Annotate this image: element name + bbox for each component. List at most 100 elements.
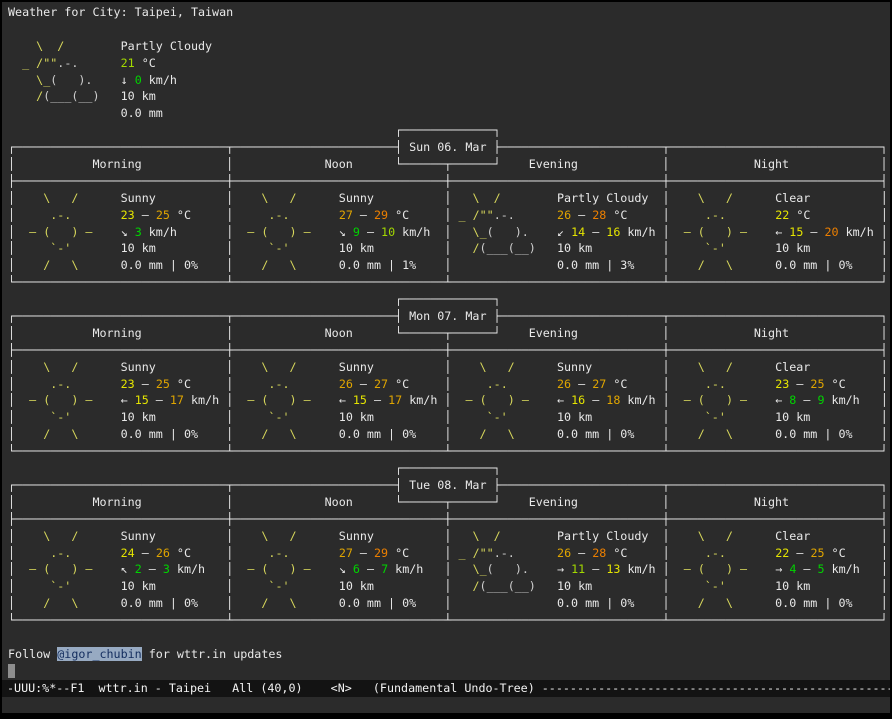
terminal-text: `-'	[233, 579, 324, 593]
terminal-line: │ .-. 23 – 25 °C │ .-. 27 – 29 °C │ _ /"…	[8, 207, 890, 224]
terminal-text: 25	[156, 377, 170, 391]
terminal-text	[107, 241, 121, 255]
terminal-text: Clear	[775, 360, 810, 374]
terminal-text: │	[881, 377, 888, 391]
terminal-text	[325, 579, 339, 593]
twitter-handle-link[interactable]: @igor_chubin	[57, 647, 141, 661]
terminal-line: │ / \ 0.0 mm | 0% │ / \ 0.0 mm | 0% │ / …	[8, 426, 890, 443]
terminal-text: 15	[789, 225, 803, 239]
terminal-text: \ /	[15, 360, 106, 374]
terminal-text	[761, 427, 775, 441]
terminal-text: °C	[606, 208, 627, 222]
terminal-text	[634, 596, 662, 610]
terminal-window: Weather for City: Taipei, Taiwan \ / Par…	[2, 2, 890, 713]
terminal-text	[325, 241, 339, 255]
terminal-text: – ( ) –	[15, 562, 106, 576]
terminal-text	[325, 360, 339, 374]
terminal-text: 0.0 mm | 0%	[121, 427, 198, 441]
terminal-text	[8, 56, 15, 70]
terminal-text: –	[571, 546, 592, 560]
terminal-text: │	[663, 546, 670, 560]
echo-area[interactable]	[2, 697, 890, 713]
terminal-text: 15	[353, 393, 367, 407]
terminal-text	[543, 529, 557, 543]
terminal-text: /	[451, 579, 479, 593]
terminal-text: .-.	[451, 377, 542, 391]
terminal-text: →	[557, 562, 571, 576]
terminal-text: – ( ) –	[670, 393, 761, 407]
terminal-text: (___(__)	[43, 89, 106, 103]
terminal-text: ├──────────────────────────────┼────────…	[8, 512, 888, 526]
terminal-text	[8, 89, 15, 103]
terminal-text: 17	[388, 393, 402, 407]
terminal-text: `-'	[670, 579, 761, 593]
terminal-output: Weather for City: Taipei, Taiwan \ / Par…	[2, 2, 890, 680]
terminal-line: │ \ / Sunny │ \ / Sunny │ \ / Partly Clo…	[8, 528, 890, 545]
terminal-text: km/h	[620, 562, 655, 576]
terminal-text: 0.0 mm | 0%	[339, 596, 416, 610]
terminal-text: \ /	[233, 191, 324, 205]
terminal-line: 0.0 mm	[8, 105, 890, 122]
terminal-text	[191, 377, 226, 391]
terminal-text	[648, 529, 662, 543]
terminal-text: km/h	[142, 73, 177, 87]
terminal-text: ↙	[557, 225, 571, 239]
terminal-text: │	[8, 258, 15, 272]
terminal-text: │	[881, 427, 888, 441]
terminal-text: –	[796, 393, 817, 407]
terminal-line: │ .-. 23 – 25 °C │ .-. 26 – 27 °C │ .-. …	[8, 376, 890, 393]
terminal-text: 0	[135, 73, 142, 87]
terminal-text: / \	[670, 596, 761, 610]
terminal-text: 0.0 mm	[121, 106, 163, 120]
terminal-text: 0.0 mm | 0%	[339, 427, 416, 441]
terminal-text	[853, 258, 881, 272]
terminal-text: –	[135, 208, 156, 222]
terminal-text: / \	[670, 427, 761, 441]
terminal-text: 25	[810, 377, 824, 391]
terminal-text	[107, 427, 121, 441]
terminal-text: \ /	[233, 360, 324, 374]
terminal-text	[325, 529, 339, 543]
terminal-text: │	[8, 241, 15, 255]
terminal-text: `-'	[15, 410, 106, 424]
terminal-text	[416, 427, 444, 441]
terminal-text: 26	[156, 546, 170, 560]
terminal-text: 6	[353, 562, 360, 576]
terminal-text: ←	[339, 393, 353, 407]
terminal-line: Follow @igor_chubin for wttr.in updates	[8, 646, 890, 663]
terminal-text: `-'	[15, 579, 106, 593]
terminal-text: ┌─────────────┐	[8, 292, 501, 306]
terminal-text: / \	[233, 596, 324, 610]
terminal-text: │	[8, 427, 15, 441]
terminal-text: `-'	[670, 241, 761, 255]
terminal-text: –	[360, 562, 381, 576]
terminal-text	[107, 377, 121, 391]
terminal-text	[107, 393, 121, 407]
terminal-text: \ /	[670, 360, 761, 374]
terminal-text: (___(__)	[480, 241, 543, 255]
terminal-text: ←	[121, 393, 135, 407]
terminal-text: 0.0 mm | 0%	[775, 596, 852, 610]
terminal-text	[409, 546, 444, 560]
terminal-line: ┌─────────────┐	[8, 122, 890, 139]
terminal-text	[107, 89, 121, 103]
terminal-text: –	[796, 562, 817, 576]
terminal-line	[8, 21, 890, 38]
terminal-text: │	[881, 191, 888, 205]
terminal-text: └──────────────────────────────┴────────…	[8, 613, 888, 627]
terminal-text: –	[360, 225, 381, 239]
terminal-text	[107, 39, 121, 53]
terminal-text: ├──────────────────────────────┼────────…	[8, 343, 888, 357]
terminal-text: 23	[121, 377, 135, 391]
terminal-text: 27	[592, 377, 606, 391]
terminal-text	[810, 241, 880, 255]
terminal-text: 18	[606, 393, 620, 407]
terminal-text	[810, 579, 880, 593]
terminal-text: │	[881, 258, 888, 272]
terminal-text: /	[15, 89, 43, 103]
terminal-text: ←	[775, 225, 789, 239]
terminal-text: – ( ) –	[233, 562, 324, 576]
terminal-text: │	[663, 562, 670, 576]
terminal-text	[374, 410, 444, 424]
terminal-text: 22	[775, 546, 789, 560]
